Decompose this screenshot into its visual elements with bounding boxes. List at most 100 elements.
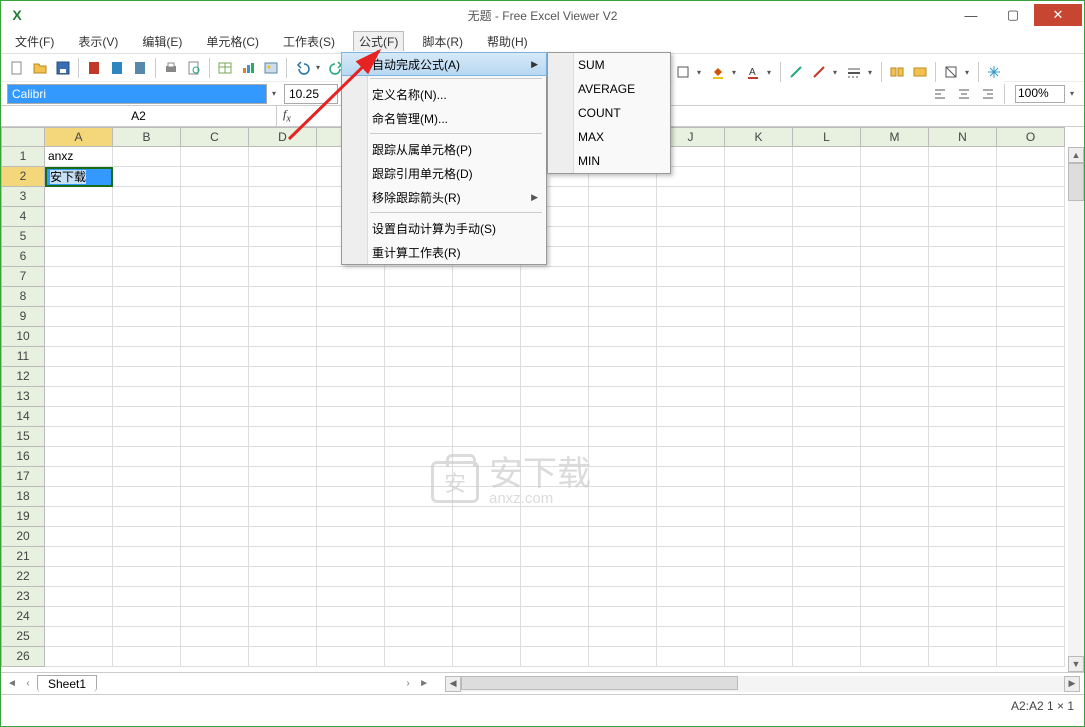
row-header[interactable]: 4 (1, 207, 45, 227)
cell[interactable] (725, 407, 793, 427)
cell[interactable] (45, 587, 113, 607)
menu-autocomplete-formula[interactable]: 自动完成公式(A) (341, 52, 547, 76)
cell[interactable] (725, 247, 793, 267)
cell[interactable] (657, 587, 725, 607)
menu-formula[interactable]: 公式(F) (353, 31, 404, 51)
row-header[interactable]: 15 (1, 427, 45, 447)
cell[interactable] (453, 347, 521, 367)
cell[interactable] (385, 367, 453, 387)
cell[interactable] (793, 647, 861, 667)
cell[interactable] (793, 287, 861, 307)
cell[interactable] (113, 607, 181, 627)
line2-icon[interactable] (809, 62, 829, 82)
row-header[interactable]: 24 (1, 607, 45, 627)
cell[interactable] (793, 367, 861, 387)
cell[interactable] (861, 267, 929, 287)
preview-icon[interactable] (184, 58, 204, 78)
cell[interactable] (113, 267, 181, 287)
cell[interactable] (589, 447, 657, 467)
cell[interactable] (521, 327, 589, 347)
merge2-icon[interactable] (910, 62, 930, 82)
cell[interactable] (861, 507, 929, 527)
cell[interactable] (861, 347, 929, 367)
cell[interactable] (113, 227, 181, 247)
cell[interactable] (317, 467, 385, 487)
pdf-icon[interactable] (84, 58, 104, 78)
cell[interactable] (725, 367, 793, 387)
cell[interactable] (997, 367, 1065, 387)
cell[interactable] (521, 427, 589, 447)
cell[interactable] (725, 287, 793, 307)
cell[interactable] (45, 447, 113, 467)
col-header-M[interactable]: M (861, 127, 929, 147)
cell[interactable] (725, 587, 793, 607)
cell[interactable] (929, 287, 997, 307)
cell[interactable] (181, 527, 249, 547)
cell[interactable] (997, 347, 1065, 367)
cell[interactable] (657, 307, 725, 327)
menu-view[interactable]: 表示(V) (72, 31, 124, 52)
cell[interactable] (181, 347, 249, 367)
cell[interactable] (249, 247, 317, 267)
cell[interactable]: 安下载 (45, 167, 113, 187)
cell[interactable] (521, 627, 589, 647)
scroll-down-button[interactable]: ▼ (1068, 656, 1084, 672)
menu-sheet[interactable]: 工作表(S) (277, 31, 341, 52)
cell[interactable] (589, 467, 657, 487)
cell[interactable] (861, 627, 929, 647)
cell[interactable] (861, 307, 929, 327)
cell[interactable] (113, 367, 181, 387)
menu-define-name[interactable]: 定义名称(N)... (342, 82, 546, 106)
cell[interactable] (657, 287, 725, 307)
cell[interactable] (793, 387, 861, 407)
cell[interactable] (725, 627, 793, 647)
cell[interactable] (657, 347, 725, 367)
cell[interactable] (657, 567, 725, 587)
cell[interactable] (181, 207, 249, 227)
cell[interactable] (249, 387, 317, 407)
col-header-C[interactable]: C (181, 127, 249, 147)
cell[interactable] (249, 167, 317, 187)
menu-trace-dependents[interactable]: 跟踪从属单元格(P) (342, 137, 546, 161)
cell[interactable] (793, 147, 861, 167)
scroll-up-button[interactable]: ▲ (1068, 147, 1084, 163)
cell[interactable] (113, 507, 181, 527)
cell[interactable] (657, 407, 725, 427)
name-box[interactable]: A2 (1, 106, 277, 126)
row-header[interactable]: 17 (1, 467, 45, 487)
zoom-dropdown[interactable]: ▾ (1070, 89, 1078, 98)
menu-recalc[interactable]: 重计算工作表(R) (342, 240, 546, 264)
cell[interactable] (997, 587, 1065, 607)
cell[interactable] (657, 207, 725, 227)
cell[interactable] (249, 267, 317, 287)
cell[interactable] (793, 247, 861, 267)
cell[interactable] (317, 367, 385, 387)
cell[interactable] (861, 187, 929, 207)
cell[interactable] (317, 347, 385, 367)
cell[interactable] (793, 227, 861, 247)
cell[interactable] (45, 487, 113, 507)
cell[interactable] (181, 187, 249, 207)
cell[interactable] (317, 547, 385, 567)
cell[interactable] (589, 527, 657, 547)
cell[interactable] (521, 507, 589, 527)
cell[interactable] (45, 187, 113, 207)
cell[interactable] (181, 487, 249, 507)
tab-prev-button[interactable]: ‹ (21, 676, 35, 692)
cell[interactable] (181, 627, 249, 647)
cell[interactable] (181, 567, 249, 587)
cell[interactable] (861, 327, 929, 347)
cell[interactable] (929, 187, 997, 207)
cell[interactable] (725, 547, 793, 567)
cell[interactable] (929, 467, 997, 487)
cell[interactable] (929, 627, 997, 647)
row-header[interactable]: 13 (1, 387, 45, 407)
cell[interactable] (997, 527, 1065, 547)
cell[interactable] (861, 547, 929, 567)
cell[interactable] (793, 167, 861, 187)
cell[interactable] (249, 207, 317, 227)
cell[interactable] (45, 387, 113, 407)
cell[interactable] (997, 167, 1065, 187)
cell[interactable] (385, 307, 453, 327)
cell[interactable] (793, 487, 861, 507)
